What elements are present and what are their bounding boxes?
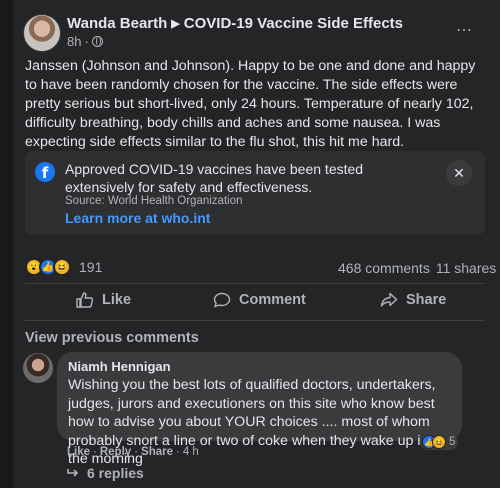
share-icon (380, 292, 398, 307)
comment-reply-link[interactable]: Reply (100, 446, 131, 458)
globe-icon (91, 36, 103, 47)
reply-arrow-icon (67, 469, 79, 477)
info-text: Approved COVID-19 vaccines have been tes… (65, 161, 364, 195)
view-previous-comments[interactable]: View previous comments (25, 330, 199, 346)
post-stats: 468 comments 11 shares (338, 260, 496, 276)
post-header: Wanda Bearth ▶ COVID-19 Vaccine Side Effec… (67, 15, 403, 32)
comment-icon (213, 292, 231, 308)
post-body: Janssen (Johnson and Johnson). Happy to … (25, 58, 476, 150)
reaction-summary[interactable]: 😮 👍 😆 191 (25, 258, 102, 276)
comment-like-link[interactable]: Like (67, 446, 90, 458)
separator: · (93, 446, 97, 458)
shares-count[interactable]: 11 shares (436, 260, 496, 276)
learn-more-link[interactable]: Learn more at who.int (65, 210, 210, 226)
comment-button[interactable]: Comment (213, 292, 306, 308)
close-icon[interactable]: ✕ (446, 160, 472, 186)
haha-reaction-icon: 😆 (432, 435, 446, 449)
like-button[interactable]: Like (76, 292, 131, 308)
like-label: Like (102, 292, 132, 308)
post-meta: 8h · (67, 34, 103, 49)
comment-label: Comment (239, 292, 306, 308)
comment-share-link[interactable]: Share (141, 446, 173, 458)
covid-info-box: f Approved COVID-19 vaccines have been t… (25, 151, 485, 235)
facebook-icon: f (35, 162, 55, 182)
comment-actions: Like · Reply · Share · 4 h (67, 446, 199, 458)
share-label: Share (406, 292, 447, 308)
post-time[interactable]: 8h (67, 34, 81, 49)
caret-right-icon: ▶ (171, 18, 180, 30)
thumbs-up-icon (76, 292, 94, 308)
group-name[interactable]: COVID-19 Vaccine Side Effects (184, 15, 403, 32)
divider (25, 283, 485, 284)
comment-bubble: Niamh Hennigan Wishing you the best lots… (57, 352, 462, 467)
view-replies[interactable]: 6 replies (67, 465, 144, 481)
divider (25, 320, 485, 321)
info-source: Source: World Health Organization (65, 195, 243, 207)
author-avatar[interactable] (23, 14, 61, 52)
meta-separator: · (84, 34, 89, 49)
commenter-name[interactable]: Niamh Hennigan (68, 359, 451, 374)
replies-label: 6 replies (87, 465, 144, 481)
comments-count[interactable]: 468 comments (338, 260, 430, 276)
reaction-count: 191 (79, 259, 103, 275)
comment-reactions[interactable]: 👍 😆 5 (420, 434, 459, 450)
commenter-avatar[interactable] (23, 353, 53, 383)
comment-time[interactable]: 4 h (183, 446, 199, 458)
more-options-icon[interactable]: ⋯ (456, 20, 473, 40)
comment-reaction-count: 5 (449, 436, 456, 448)
share-button[interactable]: Share (380, 292, 446, 308)
author-name[interactable]: Wanda Bearth (67, 15, 167, 32)
separator: · (176, 446, 180, 458)
haha-reaction-icon: 😆 (53, 258, 71, 276)
separator: · (134, 446, 139, 458)
